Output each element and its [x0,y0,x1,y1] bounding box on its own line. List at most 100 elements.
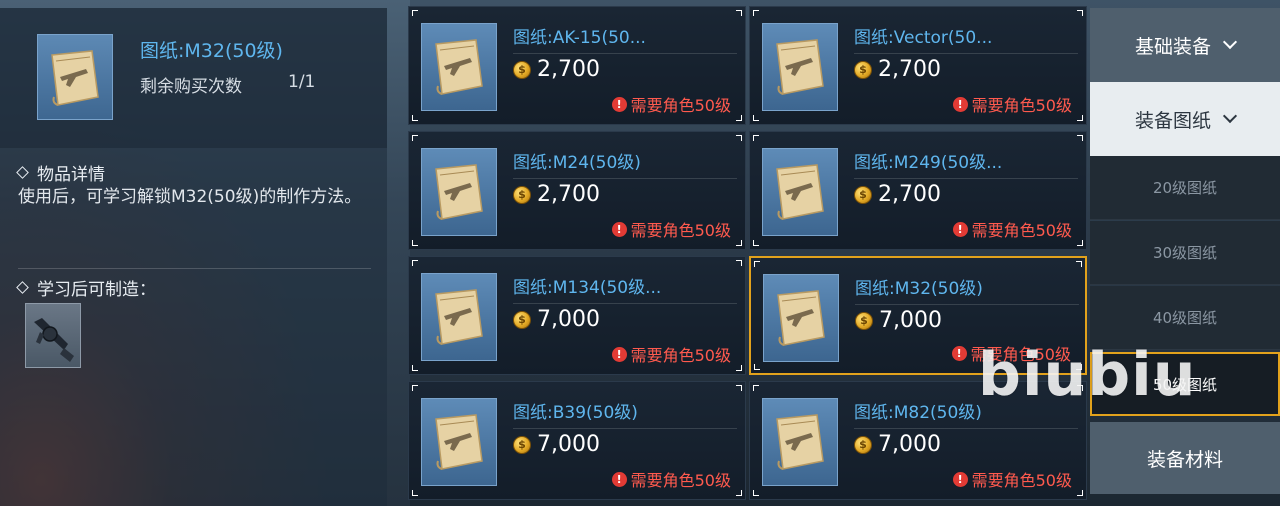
requirement-text: 需要角色50级 [630,471,731,490]
price-value: 7,000 [878,432,941,457]
item-price: $ 7,000 [855,308,942,333]
craftable-title: 学习后可制造： [37,280,156,300]
corner-decoration [753,115,759,121]
blueprint-item-card[interactable]: 图纸:AK-15(50... $ 2,700 ! 需要角色50级 [408,6,746,125]
category-menu: 基础装备 装备图纸 20级图纸 30级图纸 40级图纸 50级图纸 装备材料 [1090,0,1280,506]
remaining-purchases-label: 剩余购买次数 [140,77,242,97]
item-price: $ 2,700 [854,57,941,82]
warning-icon: ! [952,221,968,237]
blueprint-scroll-icon [435,39,483,95]
corner-decoration [412,385,418,391]
menu-equipment-blueprints[interactable]: 装备图纸 [1090,82,1280,156]
corner-decoration [412,240,418,246]
blueprint-thumbnail [762,148,838,236]
blueprint-thumbnail [421,273,497,361]
warning-icon: ! [952,471,968,487]
corner-decoration [1076,261,1082,267]
menu-equipment-materials-label: 装备材料 [1146,448,1223,471]
requirement-text: 需要角色50级 [971,96,1072,115]
divider [513,53,737,54]
divider [513,303,737,304]
menu-equipment-materials[interactable]: 装备材料 [1090,422,1280,494]
level-requirement: ! 需要角色50级 [952,217,1072,241]
corner-decoration [753,10,759,16]
warning-icon: ! [611,221,627,237]
blueprint-item-card[interactable]: 图纸:M24(50级) $ 2,700 ! 需要角色50级 [408,131,746,250]
corner-decoration [1077,10,1083,16]
price-value: 2,700 [878,57,941,82]
diamond-bullet-icon [16,281,29,294]
menu-basic-equipment[interactable]: 基础装备 [1090,8,1280,82]
warning-icon: ! [952,96,968,112]
menu-sub-lv30[interactable]: 30级图纸 [1090,221,1280,285]
blueprint-thumbnail [37,34,113,120]
craftable-heading: 学习后可制造： [16,275,156,300]
gold-coin-icon: $ [513,310,531,329]
requirement-text: 需要角色50级 [630,221,731,240]
gold-coin-icon: $ [513,60,531,79]
remaining-purchases-value: 1/1 [288,72,316,92]
blueprint-thumbnail [762,398,838,486]
gold-coin-icon: $ [513,185,531,204]
blueprint-thumbnail [421,148,497,236]
menu-equipment-blueprints-label: 装备图纸 [1134,109,1211,132]
corner-decoration [736,365,742,371]
blueprint-item-card[interactable]: 图纸:M134(50级... $ 7,000 ! 需要角色50级 [408,256,746,375]
divider [18,268,371,269]
requirement-text: 需要角色50级 [971,471,1072,490]
item-name: 图纸:M32(50级) [855,279,983,299]
corner-decoration [412,490,418,496]
divider [513,178,737,179]
blueprint-scroll-icon [435,164,483,220]
level-requirement: ! 需要角色50级 [611,217,731,241]
divider [513,428,737,429]
corner-decoration [1077,490,1083,496]
price-value: 2,700 [537,57,600,82]
level-requirement: ! 需要角色50级 [611,342,731,366]
detail-header: 图纸:M32(50级) 剩余购买次数 1/1 [0,8,387,148]
item-info-title: 物品详情 [37,165,105,185]
warning-icon: ! [611,346,627,362]
blueprint-item-card[interactable]: 图纸:Vector(50... $ 2,700 ! 需要角色50级 [749,6,1087,125]
blueprint-item-card[interactable]: 图纸:B39(50级) $ 7,000 ! 需要角色50级 [408,381,746,500]
corner-decoration [753,135,759,141]
corner-decoration [412,10,418,16]
detail-title: 图纸:M32(50级) [140,40,283,62]
blueprint-thumbnail [421,23,497,111]
menu-sub-lv20[interactable]: 20级图纸 [1090,156,1280,220]
divider [854,428,1078,429]
item-name: 图纸:AK-15(50... [513,28,646,48]
blueprint-scroll-icon [777,290,825,346]
blueprint-scroll-icon [776,164,824,220]
requirement-text: 需要角色50级 [971,221,1072,240]
blueprint-scroll-icon [435,414,483,470]
warning-icon: ! [951,345,967,361]
blueprint-grid: 图纸:AK-15(50... $ 2,700 ! 需要角色50级 图纸:Vect… [408,6,1088,506]
corner-decoration [736,260,742,266]
item-name: 图纸:Vector(50... [854,28,993,48]
blueprint-scroll-icon [776,39,824,95]
item-price: $ 7,000 [513,432,600,457]
divider [855,304,1079,305]
divider [854,178,1078,179]
corner-decoration [1077,115,1083,121]
corner-decoration [736,10,742,16]
blueprint-scroll-icon [776,414,824,470]
blueprint-thumbnail [421,398,497,486]
grenade-launcher-icon [34,318,74,362]
price-value: 2,700 [878,182,941,207]
gold-coin-icon: $ [513,435,531,454]
detail-body: 物品详情 使用后，可学习解锁M32(50级)的制作方法。 学习后可制造： [0,148,387,506]
item-name: 图纸:M134(50级... [513,278,662,298]
item-price: $ 7,000 [854,432,941,457]
craftable-weapon-thumbnail[interactable] [25,303,81,368]
blueprint-item-card[interactable]: 图纸:M249(50级... $ 2,700 ! 需要角色50级 [749,131,1087,250]
corner-decoration [754,261,760,267]
item-price: $ 7,000 [513,307,600,332]
level-requirement: ! 需要角色50级 [952,467,1072,491]
item-price: $ 2,700 [513,57,600,82]
requirement-text: 需要角色50级 [630,96,731,115]
corner-decoration [412,135,418,141]
price-value: 7,000 [879,308,942,333]
warning-icon: ! [611,96,627,112]
